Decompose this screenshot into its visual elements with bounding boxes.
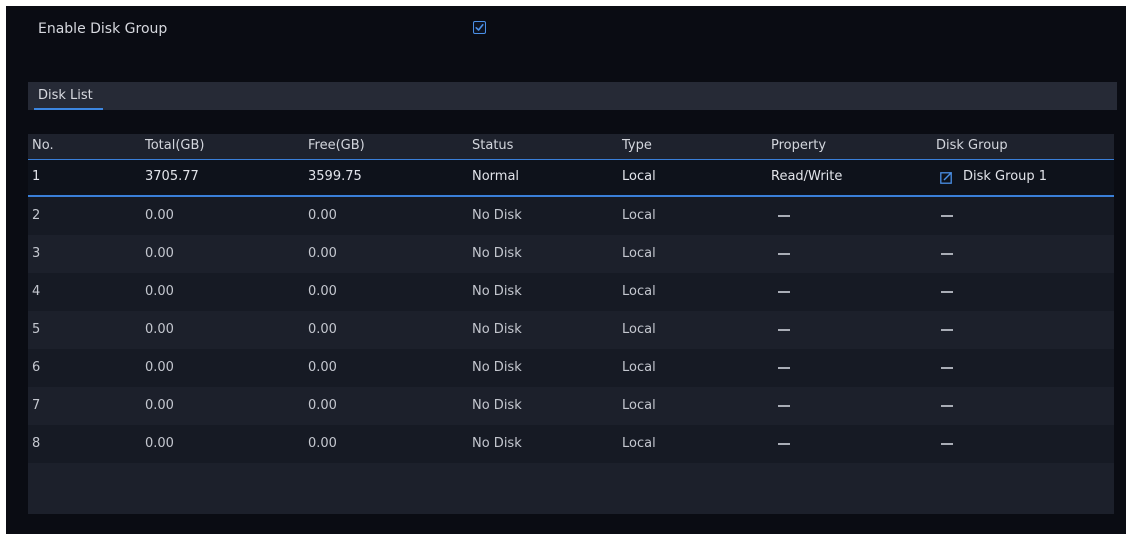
header-total[interactable]: Total(GB) [145,138,205,153]
tab-bar: Disk List [28,82,1117,110]
cell-type: Local [622,436,656,451]
cell-type: Local [622,284,656,299]
cell-free: 0.00 [308,284,337,299]
table-row[interactable]: 7 0.00 0.00 No Disk Local [28,387,1114,425]
cell-disk-group-empty [941,405,953,407]
cell-property-empty [778,253,790,255]
cell-status: No Disk [472,284,522,299]
tab-disk-list-label: Disk List [38,88,93,103]
cell-disk-group-empty [941,329,953,331]
cell-no: 2 [32,208,41,223]
cell-no: 3 [32,246,41,261]
edit-icon[interactable] [940,171,953,184]
cell-type: Local [622,208,656,223]
cell-property-empty [778,329,790,331]
cell-property-empty [778,215,790,217]
header-property[interactable]: Property [771,138,826,153]
cell-status: No Disk [472,246,522,261]
header-status[interactable]: Status [472,138,513,153]
cell-total: 0.00 [145,284,174,299]
enable-disk-group-checkbox[interactable] [473,21,486,34]
header-type[interactable]: Type [622,138,652,153]
cell-type: Local [622,169,656,184]
cell-status: Normal [472,169,520,184]
cell-no: 7 [32,398,41,413]
header-no[interactable]: No. [32,138,54,153]
disk-group-panel: Enable Disk Group Disk List No. Total(GB… [6,6,1126,534]
table-row[interactable]: 5 0.00 0.00 No Disk Local [28,311,1114,349]
cell-total: 0.00 [145,208,174,223]
cell-status: No Disk [472,208,522,223]
cell-property-empty [778,291,790,293]
cell-total: 0.00 [145,246,174,261]
cell-no: 5 [32,322,41,337]
cell-free: 0.00 [308,246,337,261]
cell-status: No Disk [472,360,522,375]
table-row[interactable]: 3 0.00 0.00 No Disk Local [28,235,1114,273]
cell-free: 0.00 [308,398,337,413]
cell-free: 3599.75 [308,169,362,184]
table-row[interactable]: 6 0.00 0.00 No Disk Local [28,349,1114,387]
tab-disk-list[interactable]: Disk List [28,82,103,110]
cell-type: Local [622,360,656,375]
cell-property-empty [778,443,790,445]
cell-type: Local [622,246,656,261]
header-disk-group[interactable]: Disk Group [936,138,1008,153]
cell-total: 3705.77 [145,169,199,184]
cell-type: Local [622,398,656,413]
checkbox-checked-icon [475,23,484,31]
cell-status: No Disk [472,398,522,413]
cell-no: 1 [32,169,41,184]
cell-total: 0.00 [145,436,174,451]
table-empty-area [28,463,1114,514]
cell-property-empty [778,367,790,369]
cell-free: 0.00 [308,322,337,337]
table-row[interactable]: 4 0.00 0.00 No Disk Local [28,273,1114,311]
cell-free: 0.00 [308,436,337,451]
cell-disk-group-empty [941,253,953,255]
cell-total: 0.00 [145,398,174,413]
enable-disk-group-row: Enable Disk Group [6,6,1126,58]
table-row[interactable]: 8 0.00 0.00 No Disk Local [28,425,1114,463]
cell-disk-group-empty [941,367,953,369]
header-free[interactable]: Free(GB) [308,138,365,153]
enable-disk-group-label: Enable Disk Group [38,21,168,37]
cell-disk-group-empty [941,443,953,445]
table-header: No. Total(GB) Free(GB) Status Type Prope… [28,134,1114,160]
cell-status: No Disk [472,322,522,337]
cell-property: Read/Write [771,169,843,184]
cell-no: 8 [32,436,41,451]
cell-no: 6 [32,360,41,375]
cell-type: Local [622,322,656,337]
cell-property-empty [778,405,790,407]
table-row[interactable]: 2 0.00 0.00 No Disk Local [28,197,1114,235]
cell-status: No Disk [472,436,522,451]
cell-disk-group-empty [941,215,953,217]
disk-list-table: No. Total(GB) Free(GB) Status Type Prope… [28,134,1114,514]
cell-no: 4 [32,284,41,299]
table-row[interactable]: 1 3705.77 3599.75 Normal Local Read/Writ… [28,160,1114,197]
active-tab-indicator [34,108,103,110]
cell-disk-group-empty [941,291,953,293]
cell-total: 0.00 [145,360,174,375]
cell-free: 0.00 [308,360,337,375]
cell-free: 0.00 [308,208,337,223]
cell-disk-group: Disk Group 1 [963,169,1048,184]
cell-total: 0.00 [145,322,174,337]
